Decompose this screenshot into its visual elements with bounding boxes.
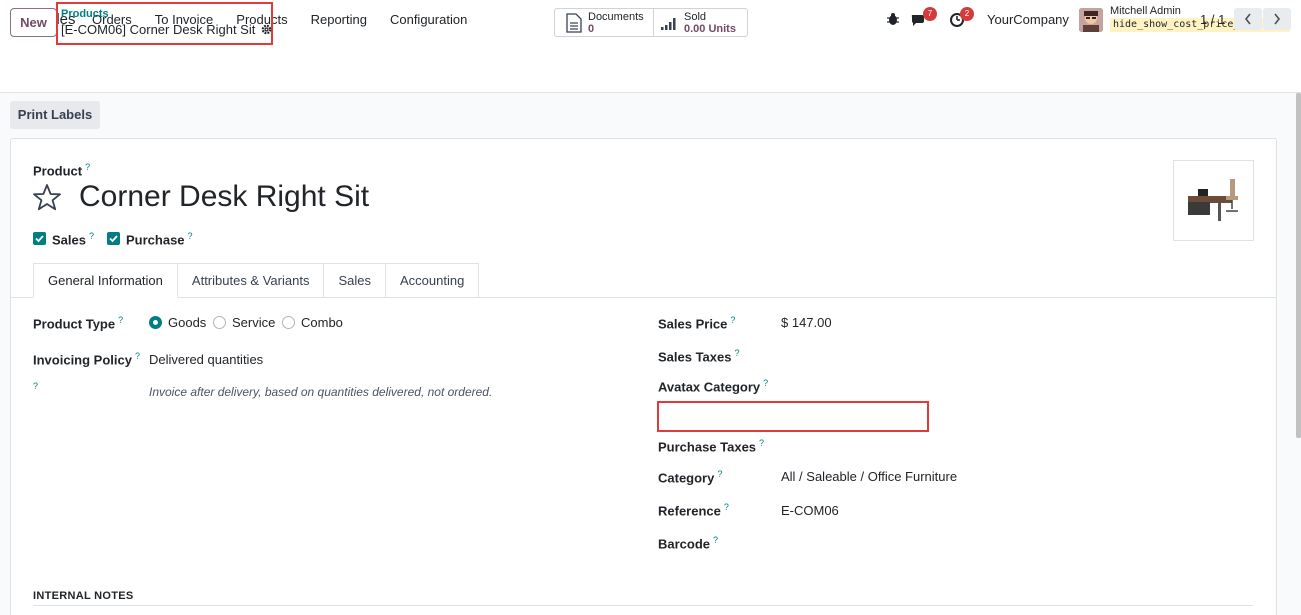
company-switcher[interactable]: YourCompany xyxy=(987,12,1069,27)
product-type-service-radio[interactable] xyxy=(213,316,226,329)
breadcrumb-current-label: [E-COM06] Corner Desk Right Sit xyxy=(61,22,256,37)
form-tabs: General Information Attributes & Variant… xyxy=(33,263,480,298)
sales-price-label: Sales Price? xyxy=(658,315,736,332)
product-type-combo-label[interactable]: Combo xyxy=(301,315,343,330)
smart-buttons: Documents 0 Sold 0.00 Units xyxy=(554,8,748,37)
tab-general-information[interactable]: General Information xyxy=(33,263,178,298)
user-avatar[interactable] xyxy=(1079,8,1103,32)
scrollbar[interactable] xyxy=(1296,93,1301,438)
invoicing-policy-field[interactable]: Delivered quantities xyxy=(149,352,263,367)
bar-chart-icon xyxy=(661,17,676,30)
documents-count: 0 xyxy=(588,22,595,35)
tab-sales[interactable]: Sales xyxy=(324,263,386,298)
purchase-taxes-label: Purchase Taxes? xyxy=(658,438,765,455)
product-label: Product? xyxy=(33,162,91,179)
chevron-right-icon xyxy=(1274,13,1281,25)
activities-badge: 2 xyxy=(960,7,974,21)
sales-checkbox-label: Sales? xyxy=(52,231,94,248)
avatax-category-label: Avatax Category? xyxy=(658,378,769,395)
menu-reporting[interactable]: Reporting xyxy=(311,12,367,27)
print-labels-button[interactable]: Print Labels xyxy=(10,101,100,129)
gear-icon[interactable] xyxy=(261,24,272,35)
sold-label: Sold xyxy=(684,10,707,23)
pager-next-button[interactable] xyxy=(1263,8,1291,30)
pager-previous-button[interactable] xyxy=(1234,8,1262,30)
product-type-goods-label[interactable]: Goods xyxy=(168,315,206,330)
purchase-checkbox-label: Purchase? xyxy=(126,231,193,248)
tab-attributes-variants[interactable]: Attributes & Variants xyxy=(177,263,325,298)
product-image[interactable] xyxy=(1173,160,1254,241)
product-name-field[interactable]: Corner Desk Right Sit xyxy=(79,180,369,214)
control-panel xyxy=(0,40,1301,93)
sales-checkbox[interactable] xyxy=(33,232,46,245)
invoicing-help-text: Invoice after delivery, based on quantit… xyxy=(149,385,493,399)
product-type-label: Product Type? xyxy=(33,315,124,332)
avatax-category-field[interactable] xyxy=(657,401,929,432)
barcode-label: Barcode? xyxy=(658,535,719,552)
help-icon: ? xyxy=(33,381,39,391)
product-type-goods-radio[interactable] xyxy=(149,316,162,329)
user-name[interactable]: Mitchell Admin xyxy=(1110,5,1181,17)
reference-field[interactable]: E-COM06 xyxy=(781,503,839,518)
sales-price-field[interactable]: $ 147.00 xyxy=(781,315,832,330)
internal-notes-heading: INTERNAL NOTES xyxy=(33,590,134,602)
star-icon[interactable] xyxy=(32,183,62,211)
documents-label: Documents xyxy=(588,10,644,23)
pager-value[interactable]: 1 / 1 xyxy=(1200,12,1225,27)
category-field[interactable]: All / Saleable / Office Furniture xyxy=(781,469,957,484)
product-type-service-label[interactable]: Service xyxy=(232,315,275,330)
menu-configuration[interactable]: Configuration xyxy=(390,12,467,27)
sold-value: 0.00 Units xyxy=(684,22,736,35)
sold-button[interactable]: Sold 0.00 Units xyxy=(654,9,747,36)
reference-label: Reference? xyxy=(658,502,729,519)
tab-accounting[interactable]: Accounting xyxy=(385,263,480,298)
purchase-checkbox[interactable] xyxy=(107,232,120,245)
internal-notes-divider xyxy=(33,605,1253,606)
documents-button[interactable]: Documents 0 xyxy=(555,9,654,36)
sales-taxes-label: Sales Taxes? xyxy=(658,348,740,365)
document-icon xyxy=(566,12,582,33)
invoicing-policy-label: Invoicing Policy? xyxy=(33,351,140,368)
breadcrumb-parent[interactable]: Products xyxy=(61,8,109,20)
new-button[interactable]: New xyxy=(10,8,57,37)
bug-icon[interactable] xyxy=(886,12,900,26)
breadcrumb-current: [E-COM06] Corner Desk Right Sit xyxy=(61,22,272,37)
messages-badge: 7 xyxy=(923,7,937,21)
chevron-left-icon xyxy=(1244,13,1251,25)
product-type-combo-radio[interactable] xyxy=(282,316,295,329)
category-label: Category? xyxy=(658,469,723,486)
